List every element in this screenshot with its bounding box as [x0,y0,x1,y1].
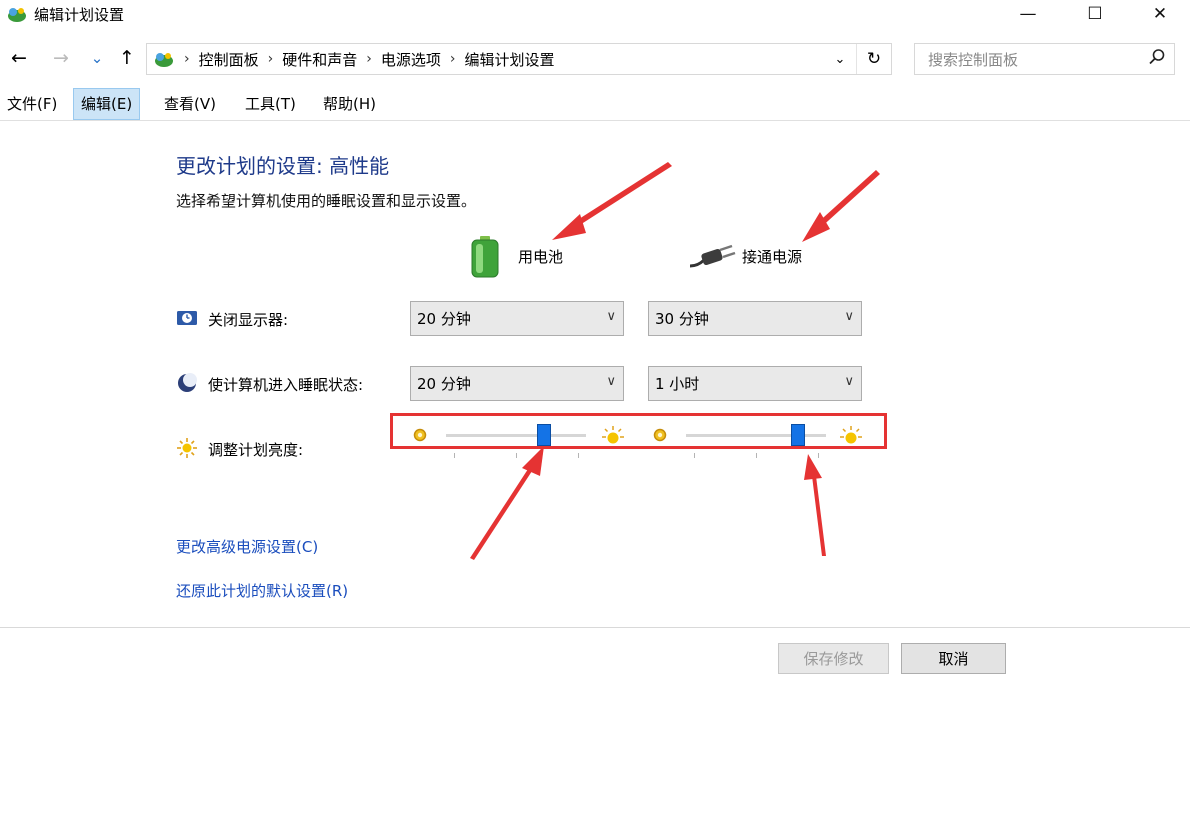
display-off-battery-select[interactable]: 20 分钟 ∨ [410,301,624,336]
slider-tick [578,453,579,458]
brightness-label: 调整计划亮度: [208,441,304,459]
menu-help[interactable]: 帮助(H) [316,88,383,120]
footer-divider [0,627,1190,628]
refresh-button[interactable]: ↻ [856,44,891,74]
sleep-label: 使计算机进入睡眠状态: [208,376,364,394]
control-panel-icon [6,4,28,24]
sleep-plugged-select[interactable]: 1 小时 ∨ [648,366,862,401]
menu-view[interactable]: 查看(V) [157,88,223,120]
search-input[interactable]: 搜索控制面板 [928,49,1018,70]
power-plug-icon [688,244,736,274]
breadcrumb-separator: › [366,51,372,67]
display-off-plugged-select[interactable]: 30 分钟 ∨ [648,301,862,336]
sleep-battery-select[interactable]: 20 分钟 ∨ [410,366,624,401]
select-value: 30 分钟 [655,310,709,328]
slider-tick [516,453,517,458]
breadcrumb-hardware-sound[interactable]: 硬件和声音 [282,49,357,70]
chevron-down-icon: ∨ [606,374,616,389]
recent-locations-button[interactable]: ⌄ [84,44,110,72]
window-title: 编辑计划设置 [34,6,125,24]
restore-defaults-link[interactable]: 还原此计划的默认设置(R) [176,580,348,601]
page-title: 更改计划的设置: 高性能 [176,154,390,178]
select-value: 20 分钟 [417,375,471,393]
back-button[interactable]: ← [6,44,32,72]
menu-file[interactable]: 文件(F) [0,88,64,120]
chevron-down-icon: ∨ [606,309,616,324]
control-panel-small-icon [153,49,175,69]
close-button[interactable]: ✕ [1137,0,1183,28]
breadcrumb-separator: › [267,51,274,67]
forward-button[interactable]: → [48,44,74,72]
battery-icon [470,236,500,282]
arrow-to-battery-icon [552,162,672,240]
plugged-in-column-label: 接通电源 [742,248,803,266]
turn-off-display-label: 关闭显示器: [208,311,289,329]
select-value: 20 分钟 [417,310,471,328]
arrow-to-plugged-icon [802,170,880,242]
slider-tick [454,453,455,458]
maximize-button[interactable]: ☐ [1072,0,1118,28]
brightness-highlight-box [390,413,887,449]
chevron-down-icon: ∨ [844,309,854,324]
search-box[interactable]: 搜索控制面板 [914,43,1175,75]
breadcrumb-separator: › [449,51,456,67]
menu-edit[interactable]: 编辑(E) [73,88,141,120]
battery-column-label: 用电池 [518,248,564,266]
cancel-button[interactable]: 取消 [901,643,1006,674]
menu-bar: 文件(F) 编辑(E) 查看(V) 工具(T) 帮助(H) [0,88,1190,121]
breadcrumb-power-options[interactable]: 电源选项 [381,49,441,70]
arrow-to-plugged-slider [804,454,826,556]
address-dropdown-button[interactable]: ⌄ [827,44,853,74]
address-bar[interactable]: › 控制面板 › 硬件和声音 › 电源选项 › 编辑计划设置 ⌄ ↻ [146,43,892,75]
breadcrumb-edit-plan[interactable]: 编辑计划设置 [464,49,554,70]
advanced-power-settings-link[interactable]: 更改高级电源设置(C) [176,536,318,557]
up-button[interactable]: ↑ [114,44,140,72]
slider-tick [694,453,695,458]
slider-tick [756,453,757,458]
slider-tick [818,453,819,458]
page-description: 选择希望计算机使用的睡眠设置和显示设置。 [176,192,477,210]
chevron-down-icon: ∨ [844,374,854,389]
breadcrumb-control-panel[interactable]: 控制面板 [199,49,259,70]
arrow-to-battery-slider [470,446,544,560]
minimize-button[interactable]: — [1005,0,1051,28]
sun-icon [176,437,198,463]
search-icon[interactable] [1148,48,1166,71]
display-clock-icon [176,308,198,332]
save-changes-button[interactable]: 保存修改 [778,643,889,674]
select-value: 1 小时 [655,375,700,393]
menu-tools[interactable]: 工具(T) [238,88,303,120]
breadcrumb-separator: › [184,51,190,67]
moon-icon [176,372,198,398]
